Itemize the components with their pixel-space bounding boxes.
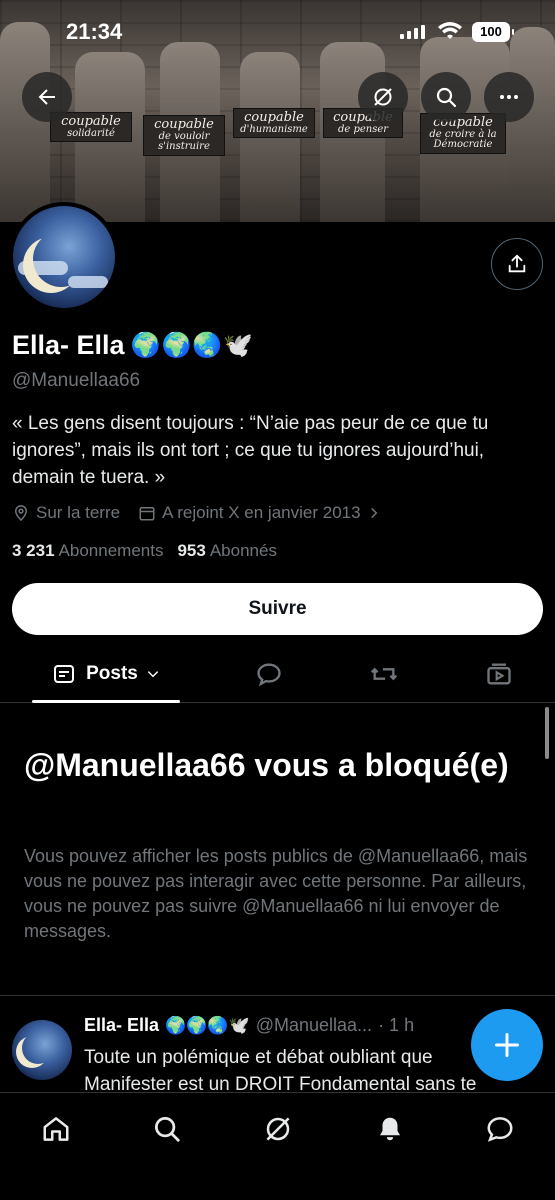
profile-meta: Sur la terre A rejoint X en janvier 2013: [12, 503, 399, 523]
nav-grok[interactable]: [258, 1109, 298, 1149]
grok-button[interactable]: [358, 72, 408, 122]
posts-icon: [54, 665, 75, 683]
status-time: 21:34: [66, 19, 123, 44]
search-icon: [436, 87, 457, 108]
profile-bio: « Les gens disent toujours : “N’aie pas …: [12, 413, 489, 488]
repost-icon: [370, 667, 398, 681]
following-link[interactable]: 3 231 Abonnements: [12, 541, 163, 561]
calendar-icon: [139, 507, 155, 521]
nav-home[interactable]: [36, 1109, 76, 1149]
post-avatar[interactable]: [12, 1020, 72, 1080]
more-dots-icon: [500, 95, 518, 99]
grok-icon: [374, 88, 392, 106]
search-button[interactable]: [421, 72, 471, 122]
profile-avatar[interactable]: [9, 202, 119, 312]
compose-post-button[interactable]: [471, 1009, 543, 1081]
chevron-down-icon: [147, 671, 159, 678]
back-button[interactable]: [22, 72, 72, 122]
banner-sign: coupable de croire à la Démocratie: [420, 113, 506, 154]
followers-label: Abonnés: [209, 541, 277, 560]
home-icon: [43, 1117, 69, 1141]
divider: [0, 995, 555, 996]
followers-link[interactable]: 953 Abonnés: [177, 541, 277, 561]
profile-tabs: Posts: [0, 645, 555, 703]
display-name-text: Ella- Ella: [12, 330, 125, 360]
nav-messages[interactable]: [480, 1109, 520, 1149]
share-button[interactable]: [491, 238, 543, 290]
chevron-right-icon: [370, 507, 377, 519]
share-icon: [508, 254, 526, 273]
tab-reposts[interactable]: [355, 645, 413, 703]
active-tab-indicator: [32, 700, 180, 703]
bottom-navigation: [0, 1092, 555, 1200]
location-item: Sur la terre: [12, 503, 120, 523]
follow-stats: 3 231 Abonnements 953 Abonnés: [12, 541, 277, 561]
banner-sign: coupable de vouloir s'instruire: [143, 115, 225, 156]
follow-button[interactable]: Suivre: [12, 583, 543, 635]
post-author-handle[interactable]: @Manuellaa...: [256, 1015, 372, 1036]
display-name-emojis: 🌍🌍🌏🕊️: [130, 332, 255, 359]
tab-posts[interactable]: Posts: [32, 645, 180, 703]
plus-icon: [495, 1033, 519, 1057]
battery-icon: 100: [472, 22, 514, 42]
cellular-signal-icon: [400, 25, 425, 39]
nav-notifications[interactable]: [370, 1109, 410, 1149]
post-time: · 1 h: [378, 1015, 415, 1035]
joined-text: A rejoint X en janvier 2013: [162, 503, 361, 522]
banner-sign: coupable d'humanisme: [233, 108, 315, 139]
location-text: Sur la terre: [36, 503, 121, 522]
tab-posts-label: Posts: [86, 663, 138, 684]
more-options-button[interactable]: [484, 72, 534, 122]
location-pin-icon: [14, 505, 28, 522]
search-icon: [155, 1117, 180, 1142]
joined-item[interactable]: A rejoint X en janvier 2013: [138, 503, 380, 523]
arrow-left-icon: [38, 89, 55, 105]
tab-replies[interactable]: [240, 645, 298, 703]
scrollbar[interactable]: [545, 707, 549, 759]
following-label: Abonnements: [58, 541, 164, 560]
post-author-name[interactable]: Ella- Ella: [84, 1015, 159, 1036]
avatar-image: [13, 206, 115, 308]
followers-count: 953: [177, 541, 206, 560]
reply-icon: [257, 663, 281, 687]
bell-icon: [380, 1117, 400, 1141]
blocked-description: Vous pouvez afficher les posts publics d…: [24, 846, 528, 941]
profile-handle: @Manuellaa66: [12, 370, 141, 391]
following-count: 3 231: [12, 541, 55, 560]
status-bar: 21:34 100: [0, 0, 555, 64]
post-author-emojis: 🌍🌍🌏🕊️: [165, 1015, 250, 1035]
media-icon: [487, 663, 511, 685]
chat-bubble-icon: [487, 1117, 513, 1142]
blocked-title: @Manuellaa66 vous a bloqué(e): [24, 747, 509, 783]
post-text[interactable]: Toute un polémique et débat oubliant que…: [84, 1044, 524, 1098]
tab-media[interactable]: [470, 645, 528, 703]
wifi-icon: [438, 22, 462, 39]
display-name: Ella- Ella 🌍🌍🌏🕊️: [12, 330, 254, 361]
nav-search[interactable]: [147, 1109, 187, 1149]
grok-icon: [266, 1117, 290, 1141]
